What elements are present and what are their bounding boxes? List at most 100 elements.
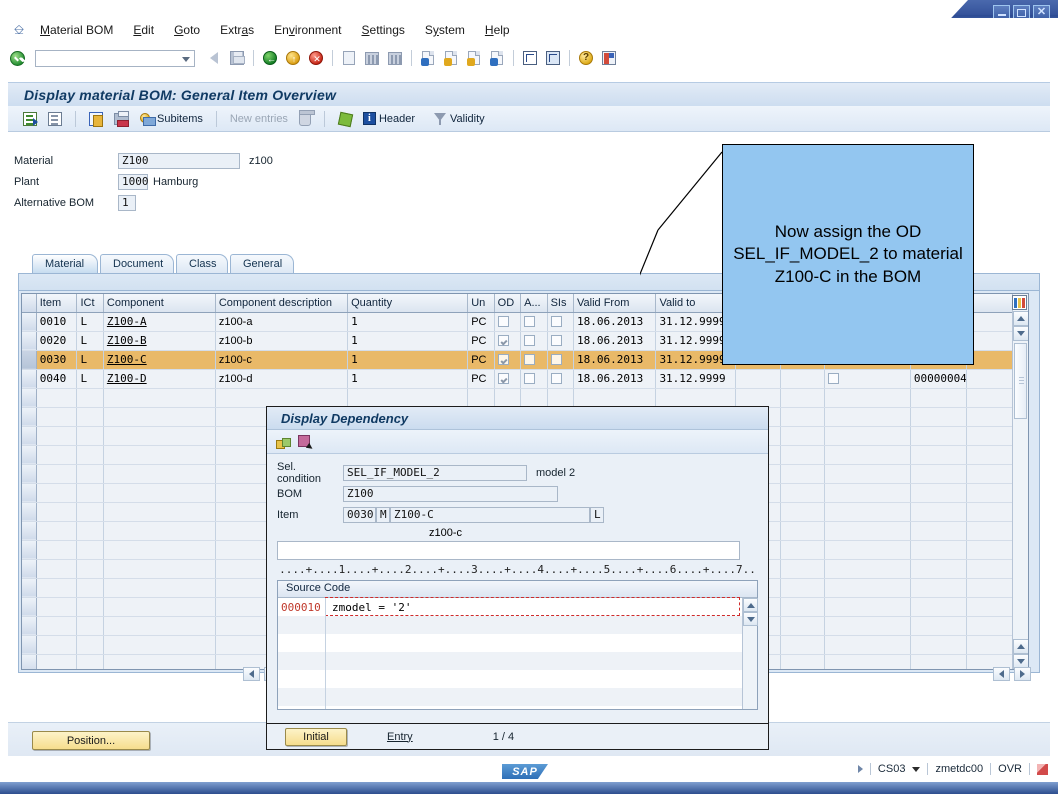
cancel-icon[interactable]: ✕ [306, 48, 326, 68]
create-shortcut-icon[interactable] [543, 48, 563, 68]
flag-checkbox[interactable] [828, 373, 840, 385]
cell-empty[interactable] [910, 597, 967, 617]
material-input[interactable]: Z100 [118, 152, 240, 169]
table-row[interactable]: 0040 L Z100-D z100-d 1 PC 18.06.2013 31.… [22, 369, 1028, 389]
cell-empty[interactable] [780, 483, 826, 503]
cell-item[interactable]: 0020 [36, 331, 78, 351]
cell-empty[interactable] [76, 597, 104, 617]
item-component-input[interactable]: Z100-C [390, 507, 590, 523]
cell-empty[interactable] [824, 483, 911, 503]
cell-empty[interactable] [824, 464, 911, 484]
cell-ict[interactable]: L [76, 331, 104, 351]
cell-empty[interactable] [36, 407, 78, 427]
cell-un[interactable]: PC [467, 369, 495, 389]
sis-checkbox[interactable] [550, 373, 562, 385]
cell-ict[interactable]: L [76, 350, 104, 370]
cell-component[interactable]: Z100-C [103, 350, 216, 370]
cell-item[interactable]: 0010 [36, 312, 78, 332]
cell-empty[interactable] [36, 616, 78, 636]
sis-checkbox[interactable] [550, 335, 562, 347]
chevron-down-icon[interactable] [912, 766, 921, 772]
row-selector[interactable] [22, 597, 37, 617]
cell-quantity[interactable]: 1 [347, 350, 469, 370]
column-header-sis[interactable]: SIs [547, 294, 575, 313]
cell-empty[interactable] [780, 597, 826, 617]
row-selector[interactable] [22, 407, 37, 427]
column-header-item[interactable]: Item [36, 294, 78, 313]
cell-empty[interactable] [910, 445, 967, 465]
cell-a[interactable] [520, 312, 548, 332]
source-scroll-down-button[interactable] [743, 612, 758, 626]
free-text-input[interactable] [277, 541, 740, 560]
cell-valid-to[interactable]: 31.12.9999 [655, 369, 736, 389]
menu-item-extras[interactable]: Extras [210, 21, 264, 39]
source-line-text[interactable]: zmodel = '2' [326, 601, 411, 614]
row-selector[interactable] [22, 426, 37, 446]
cell-empty[interactable] [36, 426, 78, 446]
source-code-line-empty[interactable] [278, 616, 757, 634]
print-icon[interactable] [339, 48, 359, 68]
find-icon[interactable] [362, 48, 382, 68]
row-selector[interactable] [22, 464, 37, 484]
cell-empty[interactable] [36, 635, 78, 655]
row-selector[interactable] [22, 559, 37, 579]
cell-empty[interactable] [910, 464, 967, 484]
column-header-component-description[interactable]: Component description [215, 294, 349, 313]
cell-component[interactable]: Z100-D [103, 369, 216, 389]
table-row[interactable] [22, 388, 1028, 408]
command-field[interactable] [35, 49, 195, 67]
cell-empty[interactable] [780, 521, 826, 541]
create-session-icon[interactable] [520, 48, 540, 68]
cell-empty[interactable] [103, 502, 216, 522]
cell-a[interactable] [520, 350, 548, 370]
cell-empty[interactable] [103, 616, 216, 636]
cell-empty[interactable] [780, 540, 826, 560]
row-selector[interactable] [22, 521, 37, 541]
cell-empty[interactable] [103, 445, 216, 465]
cell-empty[interactable] [780, 502, 826, 522]
cell-empty[interactable] [824, 521, 911, 541]
statusbar-transaction[interactable]: CS03 [878, 763, 906, 775]
cell-empty[interactable] [103, 388, 216, 408]
source-code-line-empty[interactable] [278, 634, 757, 652]
cell-empty[interactable] [780, 654, 826, 669]
cell-empty[interactable] [76, 426, 104, 446]
tab-general[interactable]: General [230, 254, 294, 273]
cell-empty[interactable] [910, 388, 967, 408]
cell-empty[interactable] [36, 502, 78, 522]
sel-condition-input[interactable]: SEL_IF_MODEL_2 [343, 465, 527, 481]
customize-local-layout-icon[interactable] [599, 48, 619, 68]
row-selector[interactable] [22, 312, 37, 332]
row-selector[interactable] [22, 635, 37, 655]
scroll-right-button-right[interactable] [1014, 667, 1031, 681]
scroll-left-button[interactable] [243, 667, 260, 681]
cell-empty[interactable] [76, 388, 104, 408]
cell-empty[interactable] [76, 483, 104, 503]
cell-empty[interactable] [780, 578, 826, 598]
cell-item[interactable]: 0040 [36, 369, 78, 389]
cell-component[interactable]: Z100-A [103, 312, 216, 332]
statusbar-insert-mode[interactable]: OVR [998, 763, 1022, 775]
cell-empty[interactable] [36, 388, 78, 408]
cell-ict[interactable]: L [76, 369, 104, 389]
cell-empty[interactable] [76, 445, 104, 465]
row-selector[interactable] [22, 616, 37, 636]
display-change-button[interactable] [86, 111, 106, 127]
enter-check-icon[interactable] [10, 50, 25, 66]
row-selector[interactable] [22, 502, 37, 522]
cell-od[interactable] [494, 331, 522, 351]
scrollbar-thumb[interactable] [1014, 343, 1027, 419]
cell-empty[interactable] [910, 502, 967, 522]
row-selector[interactable] [22, 540, 37, 560]
help-icon[interactable]: ? [576, 48, 596, 68]
tab-material[interactable]: Material [32, 254, 98, 273]
exit-icon[interactable]: ← [260, 48, 280, 68]
cell-un[interactable]: PC [467, 312, 495, 332]
save-icon[interactable] [227, 48, 247, 68]
cell-flag[interactable] [824, 369, 911, 389]
cell-empty[interactable] [780, 559, 826, 579]
statusbar-resize-grip-icon[interactable] [1037, 763, 1048, 775]
cell-empty[interactable] [103, 635, 216, 655]
cell-empty[interactable] [215, 388, 349, 408]
alternative-bom-input[interactable]: 1 [118, 194, 136, 211]
